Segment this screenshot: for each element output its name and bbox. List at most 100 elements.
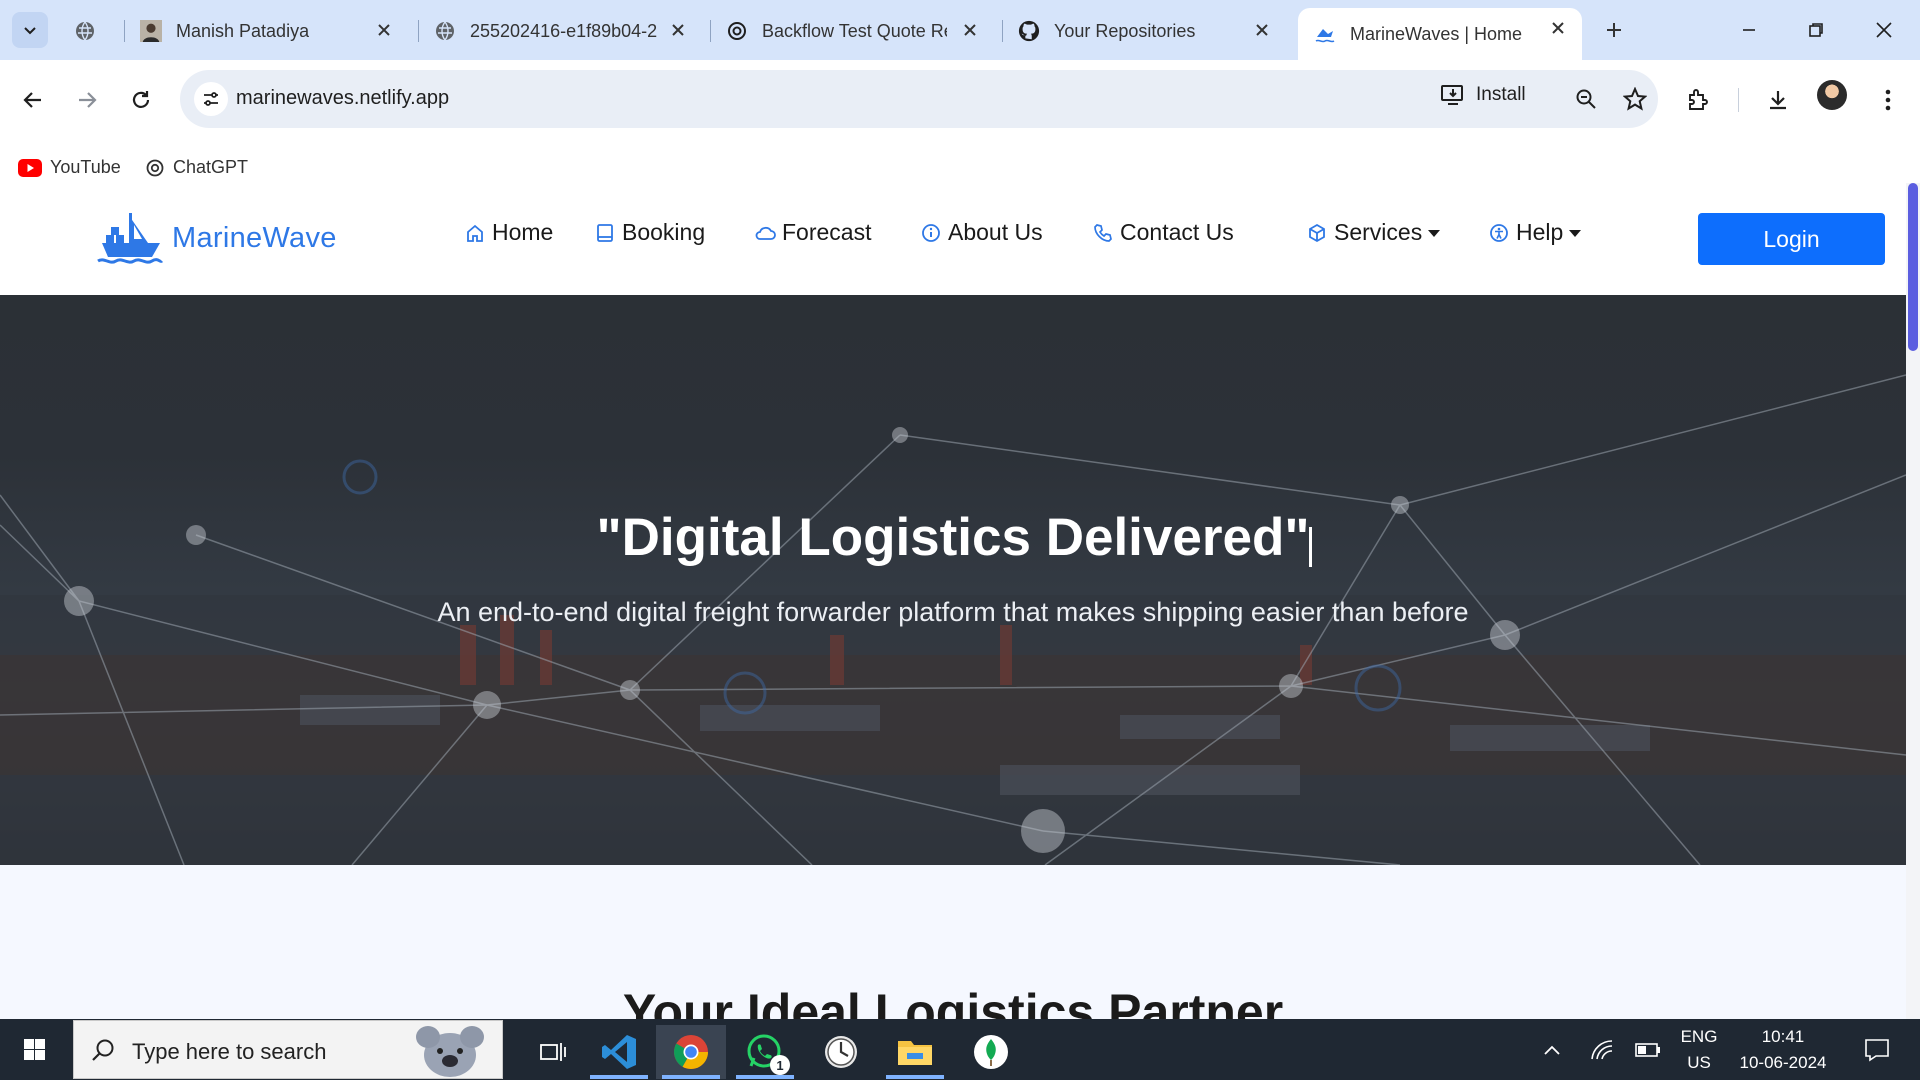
brand-logo[interactable]: MarineWave	[96, 209, 337, 267]
minimize-button[interactable]	[1727, 12, 1771, 48]
tab-image-file[interactable]: 255202416-e1f89b04-2	[434, 10, 702, 52]
nav-booking[interactable]: Booking	[594, 219, 705, 246]
close-icon[interactable]	[1548, 18, 1568, 38]
clock-date: 10-06-2024	[1739, 1052, 1827, 1072]
tab-title: MarineWaves | Home	[1350, 23, 1523, 44]
toolbar-divider	[1738, 88, 1739, 112]
browser-toolbar: marinewaves.netlify.app Install YouTube …	[0, 60, 1920, 189]
profile-avatar[interactable]	[1817, 80, 1847, 110]
taskbar-search[interactable]: Type here to search	[73, 1020, 503, 1079]
new-tab-button[interactable]	[1598, 14, 1630, 46]
tab-title: 255202416-e1f89b04-2	[470, 20, 658, 41]
download-icon	[1770, 91, 1786, 110]
nav-about-us[interactable]: About Us	[920, 219, 1043, 246]
taskbar-file-explorer[interactable]	[880, 1025, 950, 1079]
close-icon[interactable]	[374, 20, 394, 40]
task-view-icon	[540, 1043, 566, 1061]
nav-forecast-label: Forecast	[782, 219, 872, 245]
chrome-icon	[674, 1035, 708, 1069]
network-button[interactable]	[1582, 1019, 1622, 1080]
nav-services-label: Services	[1334, 219, 1423, 245]
start-button[interactable]	[12, 1034, 56, 1066]
nav-home[interactable]: Home	[464, 219, 553, 246]
github-icon	[1018, 20, 1040, 42]
battery-icon	[1635, 1042, 1660, 1057]
tab-marinewaves-home[interactable]: MarineWaves | Home	[1298, 8, 1582, 60]
clock-app-icon	[825, 1036, 857, 1068]
reload-button[interactable]	[121, 80, 161, 120]
scrollbar-thumb[interactable]	[1908, 183, 1918, 351]
typing-cursor	[1309, 527, 1312, 567]
menu-button[interactable]	[1868, 80, 1908, 120]
taskbar-vscode[interactable]	[584, 1025, 654, 1079]
globe-icon	[434, 20, 456, 42]
taskbar-mongodb[interactable]	[956, 1025, 1026, 1079]
mongodb-icon	[974, 1035, 1008, 1069]
nav-services-dropdown[interactable]: Services	[1306, 219, 1441, 246]
chatgpt-icon	[146, 159, 164, 176]
notification-badge: 1	[770, 1055, 790, 1075]
hero-background-image	[0, 374, 1906, 865]
page-scrollbar[interactable]	[1906, 183, 1920, 1019]
restore-button[interactable]	[1794, 12, 1838, 48]
downloads-button[interactable]	[1758, 80, 1798, 120]
clock-time: 10:41	[1761, 1026, 1805, 1046]
region-code: US	[1687, 1052, 1711, 1072]
puzzle-icon	[1689, 89, 1708, 110]
more-vert-icon	[1885, 89, 1891, 111]
box-icon	[1306, 222, 1328, 244]
youtube-icon	[18, 158, 42, 177]
close-window-button[interactable]	[1862, 12, 1906, 48]
login-button[interactable]: Login	[1698, 213, 1885, 265]
cloud-icon	[754, 222, 776, 244]
close-icon[interactable]	[960, 20, 980, 40]
tab-manish-patadiya[interactable]: Manish Patadiya	[140, 10, 408, 52]
show-hidden-icons-button[interactable]	[1532, 1019, 1572, 1080]
bookmark-chatgpt[interactable]: ChatGPT	[145, 157, 248, 178]
clock-button[interactable]: 10:41 10-06-2024	[1728, 1019, 1838, 1080]
taskbar-whatsapp[interactable]: 1	[730, 1025, 800, 1079]
home-icon	[464, 222, 486, 244]
taskbar-clock-app[interactable]	[806, 1025, 876, 1079]
ship-logo-icon	[97, 213, 164, 264]
tab-globe[interactable]	[74, 10, 124, 52]
globe-icon	[74, 20, 96, 42]
caret-down-icon	[1428, 230, 1441, 237]
chatgpt-icon	[726, 20, 748, 42]
back-button[interactable]	[13, 80, 53, 120]
input-language-button[interactable]: ENG US	[1674, 1019, 1724, 1080]
site-info-button[interactable]	[194, 82, 228, 116]
search-highlight-image	[416, 1026, 484, 1077]
address-bar[interactable]: marinewaves.netlify.app Install	[180, 70, 1658, 128]
bookmark-star-button[interactable]	[1619, 83, 1651, 115]
star-icon	[1623, 87, 1647, 111]
taskbar-chrome[interactable]	[656, 1025, 726, 1079]
extensions-button[interactable]	[1678, 80, 1718, 120]
nav-help-dropdown[interactable]: Help	[1488, 219, 1582, 246]
vscode-icon	[602, 1035, 636, 1069]
task-view-button[interactable]	[518, 1025, 588, 1079]
nav-contact-us[interactable]: Contact Us	[1092, 219, 1234, 246]
zoom-button[interactable]	[1570, 83, 1602, 115]
notifications-button[interactable]	[1852, 1019, 1902, 1080]
marinewave-favicon	[1314, 23, 1336, 45]
chevron-down-icon	[24, 27, 36, 35]
close-icon[interactable]	[668, 20, 688, 40]
tab-title: Your Repositories	[1054, 20, 1196, 41]
url-text[interactable]: marinewaves.netlify.app	[236, 87, 449, 110]
install-app-button[interactable]: Install	[1440, 84, 1526, 106]
forward-button[interactable]	[67, 80, 107, 120]
bookmark-label: YouTube	[50, 157, 121, 177]
tab-backflow-quote[interactable]: Backflow Test Quote Re	[726, 10, 994, 52]
arrow-left-icon	[23, 92, 41, 108]
tab-separator	[710, 20, 711, 42]
nav-forecast[interactable]: Forecast	[754, 219, 871, 246]
close-icon[interactable]	[1252, 20, 1272, 40]
book-icon	[594, 222, 616, 244]
tab-search-button[interactable]	[12, 12, 48, 48]
bookmark-youtube[interactable]: YouTube	[18, 157, 121, 178]
battery-button[interactable]	[1628, 1019, 1668, 1080]
tab-your-repositories[interactable]: Your Repositories	[1018, 10, 1286, 52]
restore-icon	[1809, 23, 1823, 37]
tab-separator	[124, 20, 125, 42]
